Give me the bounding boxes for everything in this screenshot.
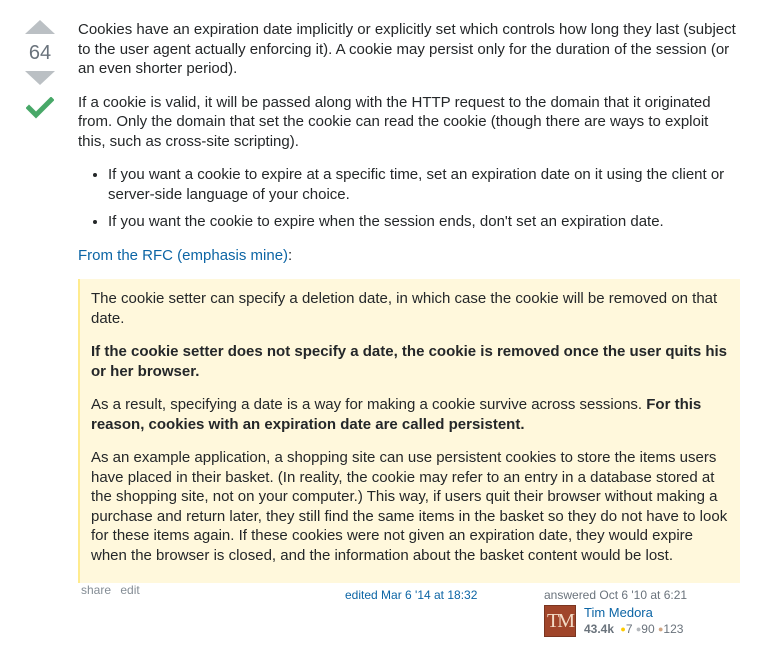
post-menu: share edit	[81, 583, 146, 597]
rfc-blockquote: The cookie setter can specify a deletion…	[78, 279, 740, 583]
quote-paragraph: If the cookie setter does not specify a …	[91, 342, 730, 381]
post-footer: share edit edited Mar 6 '14 at 18:32 ans…	[78, 578, 740, 648]
user-card: TM Tim Medora 43.4k ●7 ●90 ●123	[544, 605, 683, 637]
accepted-check-icon	[25, 96, 55, 124]
vote-count: 64	[28, 42, 52, 64]
paragraph: Cookies have an expiration date implicit…	[78, 21, 736, 77]
edit-link[interactable]: edit	[120, 583, 139, 597]
quote-bold-text: If the cookie setter does not specify a …	[91, 343, 728, 380]
paragraph: If a cookie is valid, it will be passed …	[78, 93, 711, 150]
downvote-icon[interactable]	[25, 71, 55, 85]
answered-time: answered Oct 6 '10 at 6:21	[544, 588, 688, 602]
bullet-list: If you want a cookie to expire at a spec…	[78, 165, 740, 232]
avatar[interactable]: TM	[544, 605, 576, 637]
reputation-score: 43.4k	[584, 622, 615, 636]
quote-paragraph: The cookie setter can specify a deletion…	[91, 290, 718, 327]
rfc-colon: :	[288, 246, 293, 264]
rfc-line: From the RFC (emphasis mine):	[78, 246, 740, 266]
quote-text: As a result, specifying a date is a way …	[91, 396, 647, 413]
bronze-badge-count: 123	[663, 622, 684, 636]
gold-badge-count: 7	[625, 622, 633, 636]
silver-badge-count: 90	[641, 622, 655, 636]
quote-paragraph: As an example application, a shopping si…	[91, 449, 728, 564]
user-details: Tim Medora 43.4k ●7 ●90 ●123	[584, 605, 683, 637]
user-name-link[interactable]: Tim Medora	[584, 605, 683, 621]
quote-paragraph: As a result, specifying a date is a way …	[91, 395, 730, 434]
list-item: If you want the cookie to expire when th…	[108, 212, 740, 232]
list-item: If you want a cookie to expire at a spec…	[108, 165, 740, 204]
answer-body: Cookies have an expiration date implicit…	[78, 20, 740, 583]
share-link[interactable]: share	[81, 583, 111, 597]
edited-link[interactable]: edited Mar 6 '14 at 18:32	[345, 588, 477, 602]
rfc-link[interactable]: From the RFC (emphasis mine)	[78, 247, 288, 264]
vote-cell: 64	[20, 20, 60, 124]
upvote-icon[interactable]	[25, 20, 55, 34]
user-stats: 43.4k ●7 ●90 ●123	[584, 621, 683, 637]
